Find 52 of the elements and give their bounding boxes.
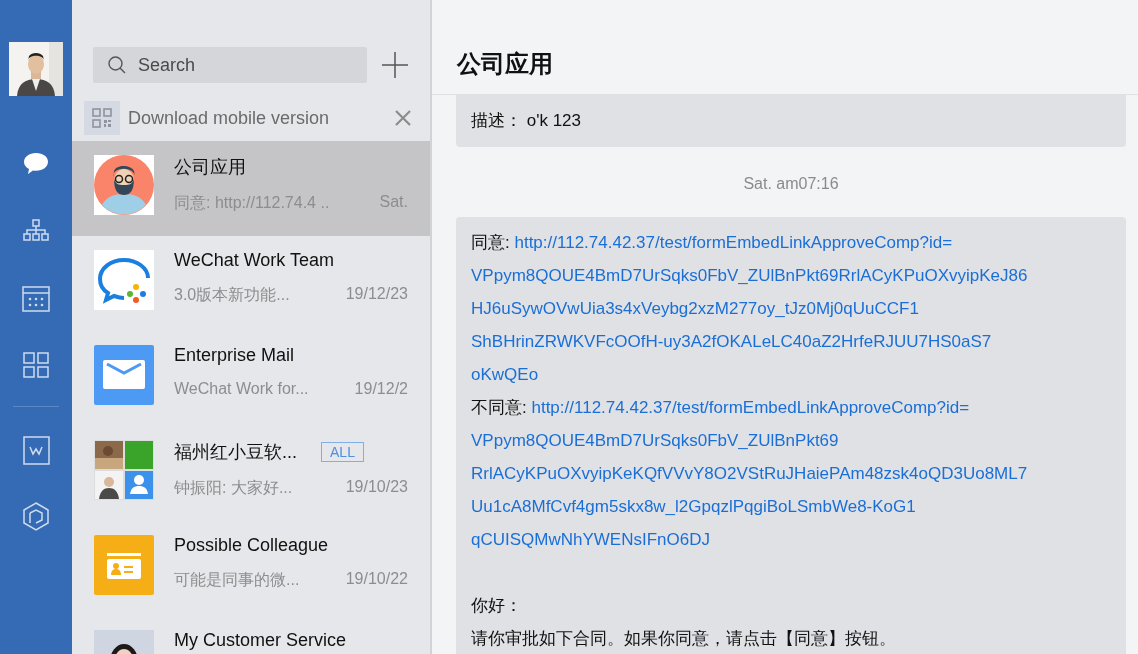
message-text: 描述： o'k 123 [471,110,582,132]
conversation-item[interactable]: 福州红小豆软... ALL 钟振阳: 大家好... 19/10/23 [72,426,430,521]
conversation-item[interactable]: Possible Colleague 可能是同事的微... 19/10/22 [72,521,430,616]
date-label: 19/10/22 [345,570,408,589]
contact-card-icon [94,535,154,595]
plus-icon[interactable] [381,51,409,79]
avatar-icon [94,155,154,215]
timestamp: Sat. am07:16 [743,175,839,193]
link[interactable]: oKwQEo [471,365,539,384]
message-preview: 钟振阳: 大家好... [174,478,293,498]
conversation-title: 福州红小豆软... [174,441,297,464]
message-preview: 可能是同事的微... [174,570,300,590]
message-text: 你好： [471,595,523,617]
link[interactable]: Uu1cA8MfCvf4gm5skx8w_l2GpqzlPqgiBoLSmbWe8-KoG1 [471,497,916,516]
link[interactable]: HJ6uSywOVwUia3s4xVeybg2xzM277oy_tJz0Mj0qUuCCF1 [471,299,919,318]
link[interactable]: VPpym8QOUE4BmD7UrSqks0FbV_ZUlBnPkt69RrlACyKPuOXvyipKeJ86 [471,266,1028,285]
link[interactable]: ShBHrinZRWKVFcOOfH-uy3A2fOKALeLC40aZ2HrfeRJUU7HS0aS7 [471,332,992,351]
date-label: 19/10/23 [345,478,408,497]
document-icon[interactable] [20,433,52,465]
link[interactable]: http://112.74.42.37/test/formEmbedLinkApproveComp?id= [531,398,970,417]
qr-code-icon [84,101,120,135]
conversation-item[interactable]: WeChat Work Team 3.0版本新功能... 19/12/23 [72,236,430,331]
search-icon [107,55,127,75]
close-icon[interactable] [394,109,412,127]
hexagon-icon[interactable] [20,500,52,532]
grid-icon[interactable] [20,349,52,381]
conversation-title: WeChat Work Team [174,250,335,271]
date-label: 19/12/2 [354,380,408,398]
date-label: 19/12/23 [345,285,408,304]
conversation-title: Enterprise Mail [174,345,295,366]
conversation-title: My Customer Service [174,630,347,651]
conversation-item[interactable]: Enterprise Mail WeChat Work for... 19/12/2 [72,331,430,426]
chat-logo-icon [94,250,154,310]
tag: ALL [321,442,364,462]
conversation-item[interactable]: My Customer Service [72,616,430,654]
link[interactable]: RrlACyKPuOXvyipKeKQfVVvY8O2VStRuJHaiePAm48zsk4oQD3Uo8ML7 [471,464,1028,483]
link[interactable]: http://112.74.42.37/test/formEmbedLinkApproveComp?id= [514,233,953,252]
conversation-title: Possible Colleague [174,535,329,556]
date-label: Sat. [379,193,408,212]
message-preview: 同意: http://112.74.4 .. [174,193,330,213]
message-text: 请你审批如下合同。如果你同意，请点击【同意】按钮。 [471,628,897,650]
link-label: 同意: [471,233,511,252]
search-field[interactable]: Search [93,47,367,83]
conversation-title: 公司应用 [174,156,246,179]
link[interactable]: qCUISQMwNhYWENsIFnO6DJ [471,530,710,549]
banner-text[interactable]: Download mobile version [128,107,394,129]
link-label: 不同意: [471,398,528,417]
message-preview: WeChat Work for... [174,380,309,398]
conversation-item[interactable]: 公司应用 同意: http://112.74.4 .. Sat. [72,141,430,236]
message-preview: 3.0版本新功能... [174,285,290,305]
envelope-icon [94,345,154,405]
link[interactable]: VPpym8QOUE4BmD7UrSqks0FbV_ZUlBnPkt69 [471,431,839,450]
